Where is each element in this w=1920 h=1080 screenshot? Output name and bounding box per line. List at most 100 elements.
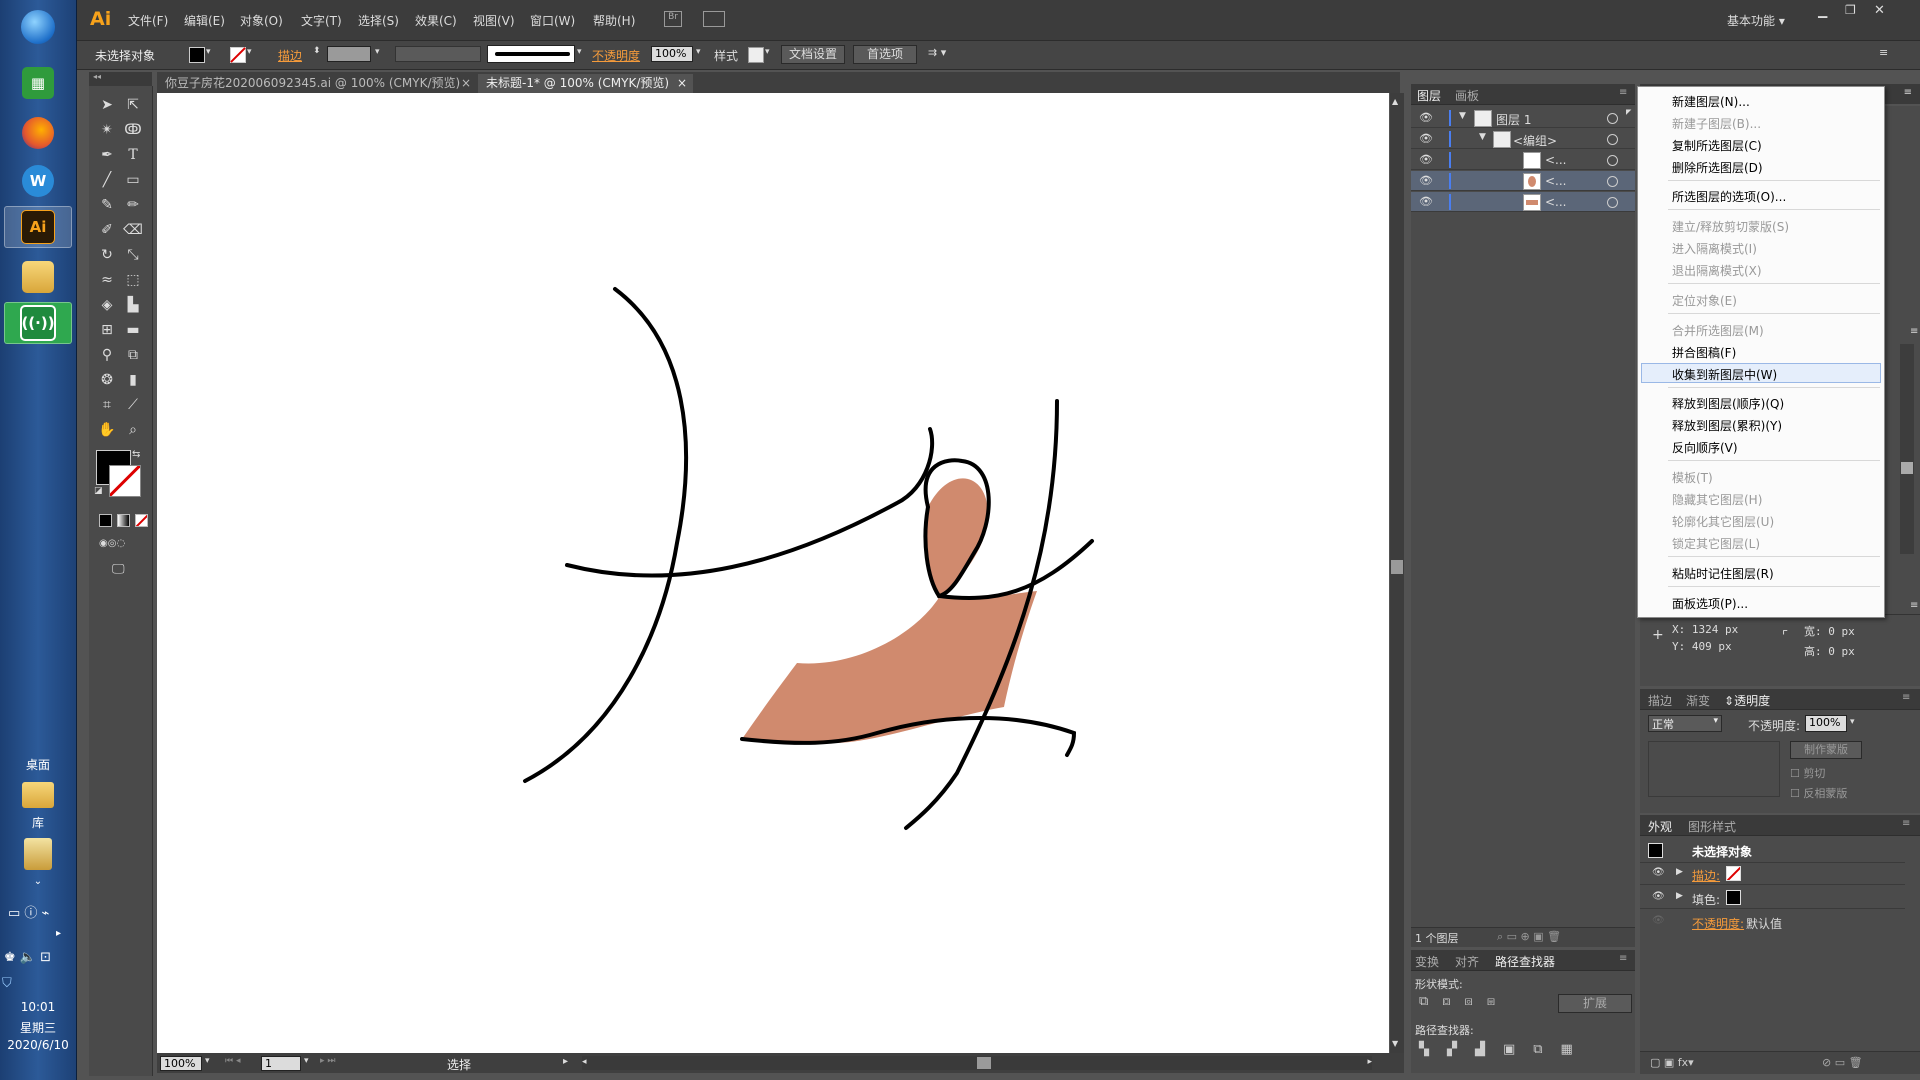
control-panel-menu-icon[interactable]: ≡ [1879, 46, 1888, 59]
visibility-eye-icon[interactable]: 👁 [1419, 111, 1433, 124]
eraser-tool-icon[interactable]: ⌫ [121, 219, 145, 241]
stroke-swatch[interactable] [230, 47, 246, 63]
clock-time[interactable]: 10:01 [0, 1000, 76, 1014]
desktop-label[interactable]: 桌面 [0, 756, 76, 773]
pathfinder-buttons[interactable]: ▚▞▟▣⧉▦ [1419, 1042, 1591, 1057]
curve-top-sweep[interactable] [565, 427, 935, 578]
target-circle-icon[interactable] [1607, 197, 1618, 208]
horizontal-scrollbar[interactable]: ◂ ▸ [582, 1056, 1372, 1070]
status-menu-icon[interactable]: ▸ [563, 1056, 568, 1067]
pathfinder-menu-icon[interactable]: ≡ [1619, 953, 1627, 964]
menu-item-template[interactable]: 模板(T) [1672, 469, 1713, 486]
stroke-weight-field[interactable] [327, 46, 371, 62]
start-button[interactable] [4, 6, 72, 48]
menu-window[interactable]: 窗口(W) [530, 12, 575, 29]
tab-artboards[interactable]: 画板 [1455, 87, 1479, 104]
path-name[interactable]: <... [1545, 195, 1567, 209]
panel-menu-icon[interactable]: ≡ [1910, 326, 1918, 337]
hand-tool-icon[interactable]: ✋ [95, 419, 119, 441]
tab-graphic-styles[interactable]: 图形样式 [1688, 818, 1736, 835]
perspective-grid-tool-icon[interactable]: ▙ [121, 294, 145, 316]
stroke-color-box[interactable] [109, 465, 141, 497]
path-name[interactable]: <... [1545, 174, 1567, 188]
appearance-fill-swatch[interactable] [1726, 890, 1741, 905]
layer-row[interactable]: 👁 <... [1411, 192, 1635, 212]
warp-tool-icon[interactable]: ≈ [95, 269, 119, 291]
artboard-tool-icon[interactable]: ⌗ [95, 394, 119, 416]
fill-expand-icon[interactable]: ▶ [1676, 891, 1683, 901]
rectangle-tool-icon[interactable]: ▭ [121, 169, 145, 191]
stroke-label[interactable]: 描边 [278, 47, 302, 64]
menu-item-new-layer[interactable]: 新建图层(N)... [1672, 93, 1750, 110]
menu-item-delete-layer[interactable]: 删除所选图层(D) [1672, 159, 1763, 176]
mesh-tool-icon[interactable]: ⊞ [95, 319, 119, 341]
eyedropper-tool-icon[interactable]: ⚲ [95, 344, 119, 366]
menu-item-enter-isolation[interactable]: 进入隔离模式(I) [1672, 240, 1757, 257]
blend-mode-select[interactable]: 正常 ▾ [1648, 715, 1722, 732]
taskbar-app-firefox[interactable] [4, 112, 72, 154]
opacity-dropdown-icon[interactable]: ▾ [696, 47, 701, 57]
transparency-menu-icon[interactable]: ≡ [1902, 692, 1910, 703]
layer-name[interactable]: 图层 1 [1496, 111, 1531, 128]
menu-item-panel-options[interactable]: 面板选项(P)... [1672, 595, 1748, 612]
tab-pathfinder[interactable]: 路径查找器 [1495, 953, 1555, 970]
default-colors-icon[interactable]: ◪ [94, 486, 103, 496]
fill-swatch[interactable] [189, 47, 205, 63]
menu-item-collect-in-new-layer[interactable]: 收集到新图层中(W) [1672, 366, 1777, 383]
tab-align[interactable]: 对齐 [1455, 953, 1479, 970]
group-name[interactable]: <编组> [1513, 132, 1557, 149]
taskbar-app-explorer[interactable] [4, 256, 72, 298]
layers-panel-menu-icon[interactable]: ≡ [1619, 87, 1627, 98]
visibility-eye-icon[interactable]: 👁 [1419, 132, 1433, 145]
menu-item-merge-layers[interactable]: 合并所选图层(M) [1672, 322, 1764, 339]
blob-brush-tool-icon[interactable]: ✐ [95, 219, 119, 241]
line-tool-icon[interactable]: ╱ [95, 169, 119, 191]
menu-item-outline-others[interactable]: 轮廓化其它图层(U) [1672, 513, 1774, 530]
selection-tool-icon[interactable]: ➤ [95, 94, 119, 116]
target-circle-icon[interactable] [1607, 176, 1618, 187]
target-circle-icon[interactable] [1607, 134, 1618, 145]
free-transform-tool-icon[interactable]: ⬚ [121, 269, 145, 291]
appearance-stroke-swatch[interactable] [1726, 866, 1741, 881]
tab-gradient[interactable]: 渐变 [1686, 692, 1710, 709]
target-circle-icon[interactable] [1607, 155, 1618, 166]
variable-width-profile[interactable] [395, 46, 481, 62]
type-tool-icon[interactable]: T [121, 144, 145, 166]
layer-row[interactable]: 👁 ▼ <编组> [1411, 129, 1635, 149]
arrange-docs-icon[interactable] [703, 11, 725, 27]
lasso-tool-icon[interactable]: ↂ [121, 119, 145, 141]
opacity-field[interactable]: 100% [651, 46, 693, 62]
menu-view[interactable]: 视图(V) [473, 12, 515, 29]
menu-object[interactable]: 对象(O) [240, 12, 283, 29]
menu-help[interactable]: 帮助(H) [593, 12, 635, 29]
scroll-right-icon[interactable]: ▸ [1367, 1057, 1372, 1067]
taskbar-app-finance[interactable]: ▦ [4, 62, 72, 104]
artwork-svg[interactable] [157, 93, 1389, 1053]
style-dropdown-icon[interactable]: ▾ [765, 47, 770, 57]
pencil-tool-icon[interactable]: ✏ [121, 194, 145, 216]
visibility-eye-icon[interactable]: 👁 [1419, 195, 1433, 208]
expand-button[interactable]: 扩展 [1558, 994, 1632, 1013]
appearance-opacity-label[interactable]: 不透明度: [1692, 915, 1744, 932]
appearance-fill-label[interactable]: 填色: [1692, 891, 1720, 908]
menu-item-exit-isolation[interactable]: 退出隔离模式(X) [1672, 262, 1762, 279]
gradient-mode-icon[interactable] [117, 514, 130, 527]
menu-item-release-build[interactable]: 释放到图层(累积)(Y) [1672, 417, 1782, 434]
security-shield-icon[interactable]: ⛉ [2, 976, 12, 991]
visibility-eye-icon[interactable]: 👁 [1419, 174, 1433, 187]
scroll-left-icon[interactable]: ◂ [582, 1057, 587, 1067]
menu-item-layer-options[interactable]: 所选图层的选项(O)... [1672, 188, 1786, 205]
menu-item-paste-remembers-layers[interactable]: 粘贴时记住图层(R) [1672, 565, 1774, 582]
zoom-level-field[interactable]: 100% [160, 1056, 202, 1071]
menu-item-hide-others[interactable]: 隐藏其它图层(H) [1672, 491, 1762, 508]
artboard-number-field[interactable]: 1 [261, 1056, 301, 1071]
right-panel-menu-icon[interactable]: ≡ [1904, 87, 1912, 98]
screen-mode-icon[interactable]: 🖵 [112, 562, 125, 577]
maximize-button[interactable]: ❐ [1845, 3, 1856, 17]
zoom-tool-icon[interactable]: ⌕ [121, 419, 145, 441]
target-circle-icon[interactable] [1607, 113, 1618, 124]
swap-colors-icon[interactable]: ⇆ [132, 449, 140, 460]
slice-tool-icon[interactable]: ⟋ [121, 394, 145, 416]
artboard[interactable] [157, 93, 1389, 1053]
menu-item-duplicate-layer[interactable]: 复制所选图层(C) [1672, 137, 1762, 154]
